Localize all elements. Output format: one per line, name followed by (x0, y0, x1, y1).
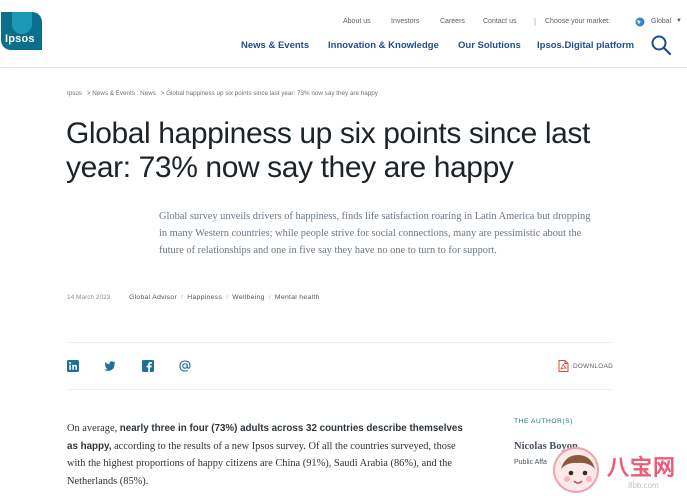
chevron-down-icon[interactable]: ▼ (676, 18, 682, 24)
share-bar-top-divider (67, 342, 613, 343)
article-tags: Global Advisor / Happiness / Wellbeing / Menta… (129, 294, 320, 301)
tag-link[interactable]: Wellbeing (232, 294, 264, 301)
breadcrumb: Ipsos > News & Events : News > Global ha… (67, 90, 381, 97)
search-icon[interactable] (650, 34, 672, 56)
breadcrumb-home[interactable]: Ipsos (67, 90, 82, 97)
market-select[interactable]: Global (651, 18, 671, 28)
about-us-link[interactable]: About us (343, 18, 371, 28)
email-icon[interactable] (179, 360, 191, 372)
logo-text: Ipsos (5, 33, 35, 45)
article-date: 14 March 2023 (67, 294, 111, 301)
download-label: DOWNLOAD (573, 363, 614, 370)
facebook-icon[interactable] (142, 360, 154, 372)
breadcrumb-section[interactable]: > News & Events : News (87, 90, 156, 97)
market-prompt: Choose your market: (545, 18, 610, 25)
body-intro: On average, (67, 423, 120, 434)
tag-separator: / (268, 294, 271, 301)
logo-mark (12, 12, 32, 34)
tag-separator: / (226, 294, 229, 301)
utility-divider: | (534, 17, 537, 26)
tag-separator: / (181, 294, 184, 301)
globe-icon (635, 17, 645, 27)
investors-link[interactable]: Investors (391, 18, 419, 28)
ipsos-logo[interactable]: Ipsos (1, 12, 42, 50)
article-body-paragraph: On average, nearly three in four (73%) a… (67, 420, 472, 490)
tag-link[interactable]: Global Advisor (129, 294, 177, 301)
watermark-text: 八宝网 (607, 455, 677, 480)
author-role: Public Affa (514, 459, 547, 466)
linkedin-icon[interactable] (67, 360, 79, 372)
nav-news-events[interactable]: News & Events (241, 40, 309, 51)
twitter-icon[interactable] (104, 360, 116, 372)
nav-innovation-knowledge[interactable]: Innovation & Knowledge (328, 40, 439, 51)
tag-link[interactable]: Happiness (187, 294, 222, 301)
watermark-face-drawing (561, 455, 595, 484)
pdf-icon (558, 360, 569, 372)
watermark-url: 8bb.com (628, 481, 659, 490)
nav-our-solutions[interactable]: Our Solutions (458, 40, 521, 51)
nav-digital-platform[interactable]: Ipsos.Digital platform (537, 40, 634, 51)
breadcrumb-current: > Global happiness up six points since l… (160, 90, 378, 97)
body-rest: according to the results of a new Ipsos … (67, 440, 456, 487)
site-header: Ipsos About us Investors Careers Contact… (0, 0, 687, 68)
article-lead: Global survey unveils drivers of happine… (159, 211, 591, 257)
share-bar-bottom-divider (67, 389, 613, 390)
download-button[interactable]: DOWNLOAD (558, 360, 618, 372)
author-heading: THE AUTHOR(S) (514, 418, 574, 425)
contact-us-link[interactable]: Contact us (483, 18, 516, 28)
tag-link[interactable]: Mental health (275, 294, 320, 301)
watermark-face-icon (553, 447, 599, 493)
article-title: Global happiness up six points since las… (66, 117, 590, 184)
careers-link[interactable]: Careers (440, 18, 465, 28)
